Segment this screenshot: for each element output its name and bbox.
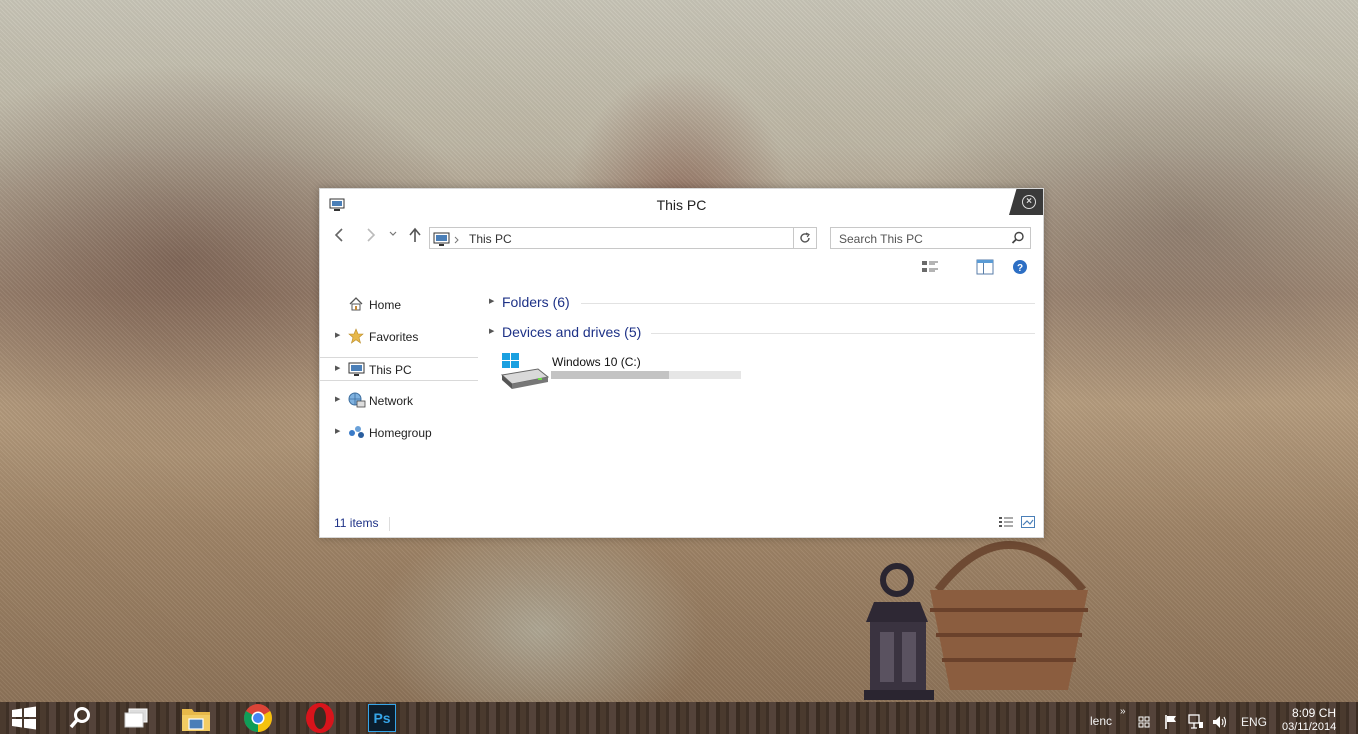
search-icon[interactable] — [1011, 231, 1025, 245]
address-bar[interactable]: This PC — [429, 227, 817, 249]
network-icon — [348, 392, 366, 408]
back-arrow-icon[interactable] — [333, 227, 345, 248]
show-hidden-icons-icon[interactable]: » — [1120, 706, 1126, 717]
task-view-icon — [124, 708, 148, 728]
search-box[interactable]: Search This PC — [830, 227, 1031, 249]
wallpaper-lantern — [864, 563, 934, 700]
drive-usage-bar — [551, 371, 741, 379]
computer-icon — [433, 232, 459, 246]
group-label: Devices and drives (5) — [502, 324, 642, 340]
navigation-bar: This PC Search This PC — [320, 225, 1043, 249]
tray-label[interactable]: lenc — [1090, 714, 1112, 728]
status-bar: 11 items — [320, 511, 1043, 537]
search-icon — [69, 707, 90, 729]
svg-text:?: ? — [1017, 263, 1023, 274]
close-icon: × — [1022, 195, 1036, 209]
network-status-icon[interactable] — [1188, 714, 1204, 730]
file-explorer-window: This PC × This PC Search This PC ? Home … — [319, 188, 1044, 538]
search-button[interactable] — [64, 702, 96, 734]
close-button[interactable]: × — [1009, 189, 1043, 215]
up-arrow-icon[interactable] — [409, 227, 421, 248]
clock-time[interactable]: 8:09 CH — [1292, 706, 1336, 720]
photoshop-label: Ps — [373, 710, 391, 726]
homegroup-icon — [349, 426, 364, 438]
sidebar-item-network[interactable]: ▶ Network — [320, 389, 478, 413]
volume-icon[interactable] — [1212, 714, 1228, 730]
start-icon — [12, 706, 36, 730]
details-view-icon[interactable] — [999, 516, 1013, 528]
large-icons-view-icon[interactable] — [1021, 516, 1035, 528]
sidebar-item-label: Home — [369, 298, 402, 312]
group-divider — [581, 303, 1035, 304]
drive-name: Windows 10 (C:) — [552, 355, 641, 369]
recent-locations-chevron-icon[interactable] — [389, 225, 397, 246]
start-button[interactable] — [8, 702, 40, 734]
sidebar-item-homegroup[interactable]: ▶ Homegroup — [320, 421, 478, 445]
view-options-icon[interactable] — [921, 259, 939, 275]
opera-icon — [306, 703, 334, 733]
collapse-arrow-icon[interactable]: ▶ — [489, 327, 494, 335]
drive-usage-fill — [551, 371, 669, 379]
sidebar-item-home[interactable]: Home — [320, 293, 478, 317]
expand-arrow-icon[interactable]: ▶ — [335, 331, 340, 339]
status-divider — [389, 517, 390, 531]
photoshop-taskbar-button[interactable]: Ps — [366, 702, 398, 734]
clock-date[interactable]: 03/11/2014 — [1282, 721, 1336, 733]
expand-arrow-icon[interactable]: ▶ — [335, 364, 340, 372]
language-indicator[interactable]: ENG — [1241, 715, 1267, 729]
forward-arrow-icon[interactable] — [365, 227, 377, 248]
star-icon — [348, 328, 364, 344]
refresh-button[interactable] — [793, 227, 817, 249]
flag-icon[interactable] — [1164, 714, 1178, 730]
sidebar-item-label: Favorites — [369, 330, 419, 344]
group-header-devices[interactable]: ▶ Devices and drives (5) — [485, 323, 1035, 343]
sidebar-item-favorites[interactable]: ▶ Favorites — [320, 325, 478, 349]
group-label: Folders (6) — [502, 294, 570, 310]
refresh-icon — [800, 232, 810, 243]
window-title: This PC — [656, 197, 707, 213]
photoshop-icon: Ps — [368, 704, 396, 732]
opera-taskbar-button[interactable] — [303, 702, 337, 734]
file-explorer-icon — [182, 709, 210, 731]
chrome-icon — [244, 704, 272, 732]
sidebar-item-label: This PC — [369, 363, 412, 377]
preview-pane-icon[interactable] — [976, 259, 994, 275]
address-text: This PC — [469, 232, 512, 246]
expand-arrow-icon[interactable]: ▶ — [335, 427, 340, 435]
drive-item[interactable]: Windows 10 (C:) — [498, 351, 758, 399]
sidebar-item-label: Homegroup — [369, 426, 432, 440]
file-explorer-taskbar-button[interactable] — [179, 702, 213, 734]
home-icon — [349, 297, 363, 311]
group-divider — [651, 333, 1035, 334]
hard-drive-icon — [500, 353, 550, 389]
sidebar-item-this-pc[interactable]: ▶ This PC — [320, 357, 478, 381]
action-center-icon[interactable] — [1138, 716, 1150, 728]
collapse-arrow-icon[interactable]: ▶ — [489, 297, 494, 305]
expand-arrow-icon[interactable]: ▶ — [335, 395, 340, 403]
search-placeholder: Search This PC — [839, 232, 923, 246]
computer-icon — [348, 362, 365, 376]
help-icon[interactable]: ? — [1012, 259, 1028, 275]
task-view-button[interactable] — [120, 702, 152, 734]
chrome-taskbar-button[interactable] — [242, 702, 274, 734]
sidebar-item-label: Network — [369, 394, 414, 408]
title-bar[interactable]: This PC × — [320, 189, 1043, 219]
taskbar: Ps lenc » ENG 8:09 CH 03/11/2014 — [0, 702, 1358, 734]
group-header-folders[interactable]: ▶ Folders (6) — [485, 293, 1035, 313]
item-count: 11 items — [334, 516, 379, 530]
